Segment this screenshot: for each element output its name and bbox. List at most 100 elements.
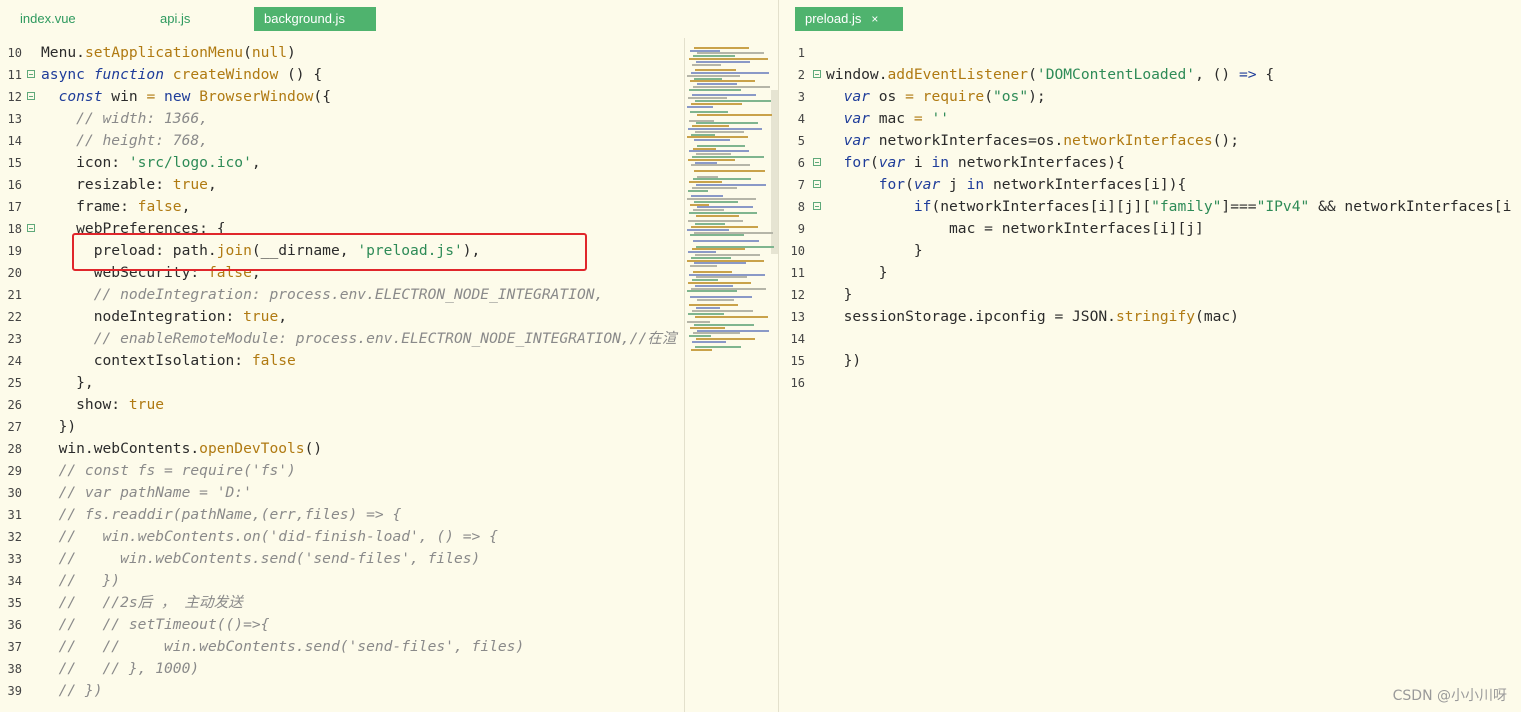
code-text: var networkInterfaces=os.networkInterfac…: [826, 130, 1239, 152]
minimap-line: [691, 164, 750, 167]
minimap-line: [696, 122, 758, 125]
minimap-line: [695, 69, 736, 72]
minimap-line: [692, 340, 726, 343]
code-token: stringify: [1115, 308, 1196, 325]
line-number: 39: [7, 684, 22, 698]
minimap-line: [691, 195, 723, 198]
code-text: mac = networkInterfaces[i][j]: [826, 218, 1204, 240]
code-token: true: [128, 396, 165, 413]
code-token: var: [843, 88, 879, 105]
fold-toggle-icon[interactable]: [27, 70, 35, 78]
code-token: 'DOMContentLoaded': [1036, 66, 1196, 83]
close-icon[interactable]: ×: [871, 12, 878, 26]
minimap-line: [693, 270, 732, 273]
code-token: }: [826, 242, 923, 259]
code-editor-preload-js[interactable]: 1 2 window.addEventListener('DOMContentLoa…: [779, 42, 1521, 712]
code-token: , (): [1195, 66, 1239, 83]
minimap-line: [693, 55, 735, 58]
code-token: }): [41, 418, 77, 435]
minimap[interactable]: [684, 38, 778, 712]
minimap-line: [697, 329, 769, 332]
code-token: // height: 768,: [76, 132, 208, 149]
code-token: ({: [313, 88, 331, 105]
fold-toggle-icon[interactable]: [813, 158, 821, 166]
minimap-line: [694, 77, 722, 80]
fold-toggle-icon[interactable]: [813, 202, 821, 210]
code-token: in: [931, 154, 958, 171]
fold-toggle-icon[interactable]: [813, 70, 821, 78]
minimap-line: [696, 338, 755, 340]
minimap-line: [689, 273, 765, 276]
minimap-line: [690, 265, 717, 268]
minimap-line: [687, 259, 764, 262]
minimap-line: [693, 86, 770, 88]
minimap-line: [687, 74, 740, 77]
code-text: // }): [41, 570, 121, 592]
minimap-line: [688, 158, 735, 161]
code-token: =: [146, 88, 165, 105]
code-token: // //2s后 ， 主动发送: [58, 594, 243, 611]
line-number: 24: [7, 354, 22, 368]
code-token: mac: [878, 110, 914, 127]
minimap-scrollbar[interactable]: [771, 90, 778, 254]
fold-toggle-icon[interactable]: [27, 224, 35, 232]
code-text: }: [826, 284, 853, 306]
code-text: if(networkInterfaces[i][j]["family"]==="…: [826, 196, 1512, 218]
minimap-line: [687, 198, 756, 200]
code-text: frame: false,: [41, 196, 190, 218]
code-text: const win = new BrowserWindow({: [41, 86, 331, 108]
code-token: );: [1028, 88, 1046, 105]
code-token: (networkInterfaces[i][j][: [931, 198, 1152, 215]
minimap-line: [696, 276, 747, 279]
minimap-line: [689, 335, 711, 338]
line-number: 14: [790, 332, 805, 346]
code-token: {: [1256, 66, 1275, 83]
minimap-line: [689, 119, 714, 122]
tab-background-js[interactable]: background.js: [254, 7, 376, 31]
code-token: ): [287, 44, 296, 61]
code-token: ,: [207, 176, 217, 193]
line-number: 18: [7, 222, 22, 236]
line-number: 16: [7, 178, 22, 192]
code-token: (: [905, 176, 914, 193]
code-text: // // setTimeout(()=>{: [41, 614, 270, 636]
code-editor-background-js[interactable]: 10 Menu.setApplicationMenu(null) 11 async f…: [0, 42, 778, 712]
code-token: j: [949, 176, 967, 193]
line-number: 12: [790, 288, 805, 302]
minimap-line: [690, 203, 709, 206]
code-token: show:: [41, 396, 129, 413]
line-number: 15: [7, 156, 22, 170]
fold-toggle-icon[interactable]: [27, 92, 35, 100]
code-token: icon:: [41, 154, 129, 171]
code-token: openDevTools: [199, 440, 305, 457]
tab-api-js[interactable]: api.js: [150, 7, 200, 31]
minimap-line: [696, 153, 731, 156]
line-number: 38: [7, 662, 22, 676]
code-token: frame:: [41, 198, 138, 215]
line-number: 15: [790, 354, 805, 368]
line-number: 13: [7, 112, 22, 126]
minimap-line: [696, 245, 774, 248]
tab-preload-js[interactable]: preload.js ×: [795, 7, 903, 31]
code-text: }): [826, 350, 862, 372]
code-token: var: [843, 110, 879, 127]
line-number: 32: [7, 530, 22, 544]
minimap-line: [695, 284, 733, 287]
fold-toggle-icon[interactable]: [813, 180, 821, 188]
minimap-line: [697, 114, 772, 116]
line-number: 27: [7, 420, 22, 434]
code-text: icon: 'src/logo.ico',: [41, 152, 261, 174]
minimap-line: [694, 231, 773, 234]
minimap-line: [689, 88, 741, 91]
code-token: // fs.readdir(pathName,(err,files) => {: [58, 506, 402, 523]
tab-index-vue[interactable]: index.vue: [10, 7, 86, 31]
minimap-line: [695, 223, 725, 226]
